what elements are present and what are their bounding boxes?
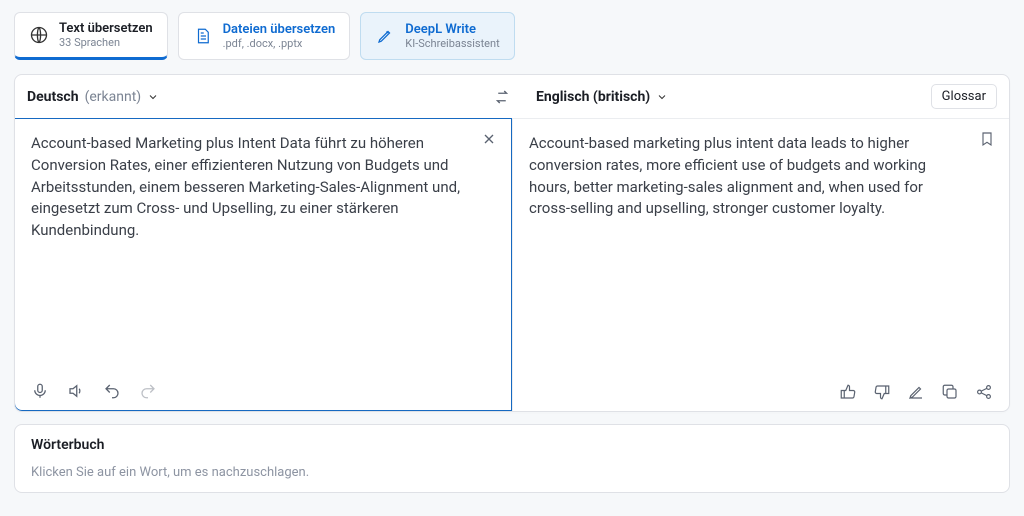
- tab-subtitle: 33 Sprachen: [59, 36, 153, 49]
- source-toolbar: [31, 376, 495, 400]
- tab-deepl-write[interactable]: DeepL Write KI-Schreibassistent: [360, 12, 514, 60]
- thumbs-up-icon[interactable]: [839, 383, 857, 401]
- microphone-icon[interactable]: [31, 382, 49, 400]
- translator-panel: Deutsch (erkannt) Englisch (britisch) Gl…: [14, 74, 1010, 412]
- target-column: Account-based marketing plus intent data…: [512, 119, 1009, 411]
- clear-source-button[interactable]: [481, 131, 497, 147]
- glossary-button[interactable]: Glossar: [931, 84, 997, 109]
- source-language-selector[interactable]: Deutsch (erkannt): [27, 89, 159, 105]
- chevron-down-icon: [147, 91, 159, 103]
- source-text-input[interactable]: Account-based Marketing plus Intent Data…: [31, 133, 495, 376]
- source-language-name: Deutsch: [27, 89, 79, 105]
- target-text-output[interactable]: Account-based marketing plus intent data…: [529, 133, 993, 377]
- target-language-selector[interactable]: Englisch (britisch): [536, 89, 668, 105]
- target-toolbar: [529, 377, 993, 401]
- pencil-icon: [375, 26, 395, 46]
- redo-icon[interactable]: [139, 382, 157, 400]
- thumbs-down-icon[interactable]: [873, 383, 891, 401]
- tab-title: Dateien übersetzen: [223, 22, 336, 37]
- tab-subtitle: KI-Schreibassistent: [405, 37, 499, 50]
- dictionary-hint: Klicken Sie auf ein Wort, um es nachzusc…: [31, 465, 993, 480]
- tab-title: DeepL Write: [405, 22, 499, 37]
- tab-subtitle: .pdf, .docx, .pptx: [223, 37, 336, 50]
- document-icon: [193, 26, 213, 46]
- language-bar: Deutsch (erkannt) Englisch (britisch) Gl…: [15, 75, 1009, 119]
- edit-icon[interactable]: [907, 383, 925, 401]
- tab-title: Text übersetzen: [59, 21, 153, 36]
- share-icon[interactable]: [975, 383, 993, 401]
- undo-icon[interactable]: [103, 382, 121, 400]
- bookmark-button[interactable]: [979, 131, 995, 147]
- dictionary-panel: Wörterbuch Klicken Sie auf ein Wort, um …: [14, 424, 1010, 493]
- globe-icon: [29, 25, 49, 45]
- speaker-icon[interactable]: [67, 382, 85, 400]
- source-column: Account-based Marketing plus Intent Data…: [14, 118, 512, 411]
- swap-languages-button[interactable]: [488, 88, 516, 106]
- chevron-down-icon: [656, 91, 668, 103]
- top-tabs: Text übersetzen 33 Sprachen Dateien über…: [14, 12, 1010, 60]
- source-language-detected: (erkannt): [85, 89, 142, 105]
- tab-translate-text[interactable]: Text übersetzen 33 Sprachen: [14, 12, 168, 60]
- copy-icon[interactable]: [941, 383, 959, 401]
- target-language-name: Englisch (britisch): [536, 89, 650, 105]
- dictionary-title: Wörterbuch: [31, 437, 993, 453]
- tab-translate-files[interactable]: Dateien übersetzen .pdf, .docx, .pptx: [178, 12, 351, 60]
